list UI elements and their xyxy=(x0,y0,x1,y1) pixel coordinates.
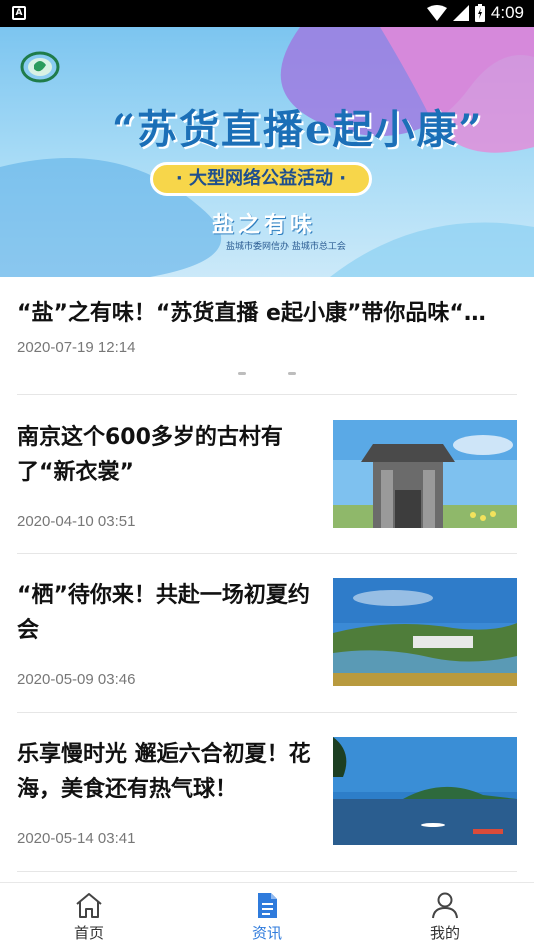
article-thumbnail xyxy=(333,578,517,686)
status-time: 4:09 xyxy=(490,3,524,22)
article-time: 2020-04-10 03:51 xyxy=(17,513,136,530)
featured-time: 2020-07-19 12:14 xyxy=(17,339,136,356)
article-title: 南京这个600多岁的古村有了“新衣裳” xyxy=(17,425,283,485)
carousel-dot xyxy=(238,372,246,375)
cellular-signal-icon xyxy=(452,5,469,21)
divider xyxy=(17,553,517,554)
battery-icon xyxy=(474,4,485,22)
carousel-indicator xyxy=(238,372,296,375)
person-icon xyxy=(432,892,458,919)
tab-news[interactable]: 资讯 xyxy=(178,883,356,950)
article-thumbnail xyxy=(333,737,517,845)
list-item[interactable]: 南京这个600多岁的古村有了“新衣裳” 2020-04-10 03:51 xyxy=(17,420,517,530)
tab-label: 首页 xyxy=(73,924,104,942)
carousel-dot xyxy=(288,372,296,375)
list-item[interactable]: “栖”待你来！共赴一场初夏约会 2020-05-09 03:46 xyxy=(17,578,517,688)
banner-title: “苏货直播e起小康” xyxy=(112,106,484,153)
document-icon xyxy=(258,893,277,918)
bottom-tab-bar: 首页 资讯 我的 xyxy=(0,882,534,950)
banner-organizers: 盐城市委网信办 盐城市总工会 xyxy=(226,242,346,252)
divider xyxy=(17,394,517,395)
featured-title: “盐”之有味！“苏货直播 e起小康”带你品味“盐城味道” xyxy=(17,301,507,326)
divider xyxy=(17,712,517,713)
home-icon xyxy=(76,893,102,918)
article-time: 2020-05-14 03:41 xyxy=(17,830,136,847)
app-notification-icon: A xyxy=(12,6,26,20)
list-item[interactable]: 乐享慢时光 邂逅六合初夏！花海，美食还有热气球！ 2020-05-14 03:4… xyxy=(17,737,517,847)
featured-article[interactable]: “盐”之有味！“苏货直播 e起小康”带你品味“盐城味道” 2020-07-19 … xyxy=(17,295,517,356)
tab-home[interactable]: 首页 xyxy=(0,883,178,950)
tab-me[interactable]: 我的 xyxy=(356,883,534,950)
tab-label: 我的 xyxy=(429,924,460,942)
banner-subtitle: 盐之有味 xyxy=(212,213,317,238)
divider xyxy=(17,871,517,872)
article-thumbnail xyxy=(333,420,517,528)
article-title: “栖”待你来！共赴一场初夏约会 xyxy=(17,583,310,643)
tab-label: 资讯 xyxy=(251,924,282,942)
article-time: 2020-05-09 03:46 xyxy=(17,671,136,688)
article-title: 乐享慢时光 邂逅六合初夏！花海，美食还有热气球！ xyxy=(17,742,311,802)
wifi-icon xyxy=(426,5,447,21)
organization-logo xyxy=(20,51,60,83)
status-bar: A 4:09 xyxy=(0,0,534,27)
banner-carousel[interactable]: “苏货直播e起小康” · 大型网络公益活动 · 盐之有味 盐城市委网信办 盐城市… xyxy=(0,27,534,277)
banner-pill: · 大型网络公益活动 · xyxy=(150,162,372,196)
